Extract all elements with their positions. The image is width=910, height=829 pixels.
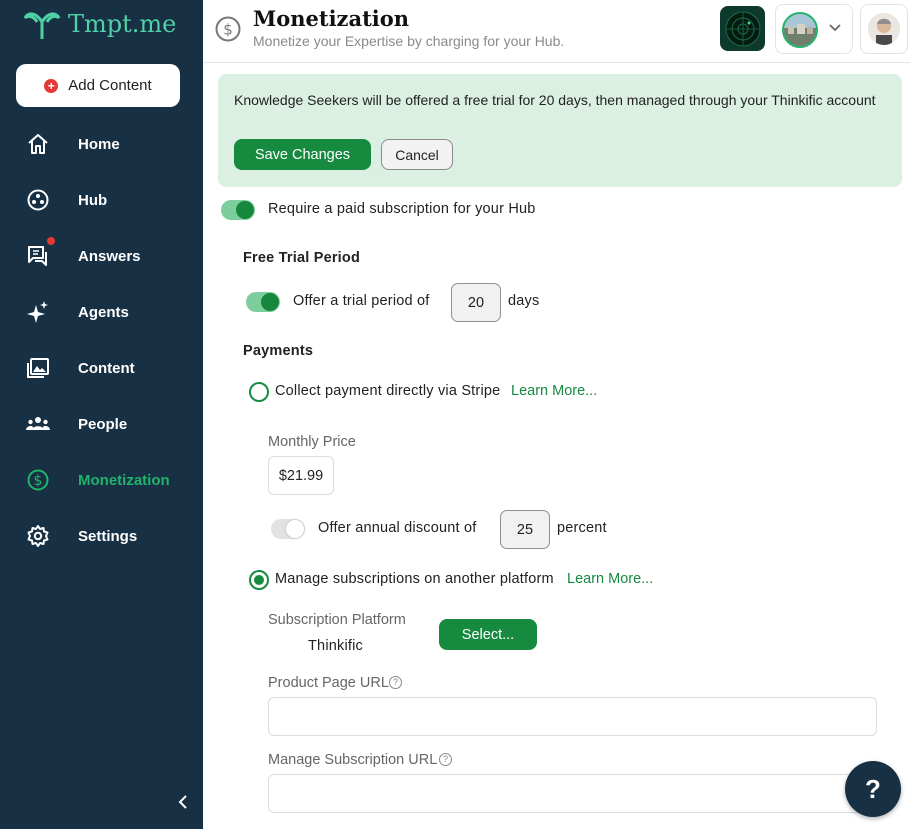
annual-prefix-label: Offer annual discount of [318, 520, 477, 536]
sidebar-item-label: Answers [78, 247, 141, 265]
plus-icon: + [44, 78, 59, 93]
product-url-label: Product Page URL [268, 675, 389, 691]
sidebar-item-label: People [78, 415, 128, 433]
manage-url-label: Manage Subscription URL [268, 752, 438, 768]
sidebar-item-agents[interactable]: Agents [0, 290, 203, 334]
monthly-price-label: Monthly Price [268, 434, 356, 450]
sidebar-item-answers[interactable]: Answers [0, 234, 203, 278]
trial-toggle[interactable] [246, 292, 280, 312]
manage-url-input[interactable] [268, 774, 877, 813]
platform-radio[interactable] [249, 570, 269, 590]
require-paid-toggle[interactable] [221, 200, 255, 220]
sidebar-item-content[interactable]: Content [0, 346, 203, 390]
hub-icon [27, 189, 49, 211]
sidebar: Tmpt.me + Add Content Home Hub Answers A… [0, 0, 203, 829]
annual-suffix-label: percent [557, 520, 607, 536]
sidebar-item-home[interactable]: Home [0, 122, 203, 166]
sidebar-item-label: Monetization [78, 471, 170, 489]
help-button[interactable]: ? [845, 761, 901, 817]
page-header: $ Monetization Monetize your Expertise b… [203, 0, 910, 63]
help-icon[interactable]: ? [439, 753, 452, 766]
hub-image [782, 12, 818, 48]
subscription-platform-label: Subscription Platform [268, 612, 406, 628]
monthly-price-input[interactable]: $21.99 [268, 456, 334, 495]
sidebar-item-label: Hub [78, 191, 108, 209]
payments-heading: Payments [243, 343, 314, 359]
app-logo[interactable]: Tmpt.me [22, 8, 176, 40]
stripe-learn-more-link[interactable]: Learn More... [511, 383, 597, 399]
sidebar-item-hub[interactable]: Hub [0, 178, 203, 222]
stripe-option-label: Collect payment directly via Stripe [275, 383, 501, 399]
annual-percent-input[interactable]: 25 [500, 510, 550, 549]
cancel-button[interactable]: Cancel [381, 139, 453, 170]
sparkle-icon [27, 301, 48, 323]
trial-prefix-label: Offer a trial period of [293, 293, 430, 309]
sidebar-item-label: Settings [78, 527, 138, 545]
sidebar-item-settings[interactable]: Settings [0, 514, 203, 558]
content-icon [27, 358, 49, 378]
sidebar-item-monetization[interactable]: $ Monetization [0, 458, 203, 502]
sidebar-item-label: Agents [78, 303, 129, 321]
trial-days-input[interactable]: 20 [451, 283, 501, 322]
page-title: Monetization [253, 6, 410, 31]
hub-avatar[interactable] [720, 6, 765, 51]
app-name: Tmpt.me [68, 10, 177, 38]
radar-icon [725, 11, 760, 46]
banner-message: Knowledge Seekers will be offered a free… [234, 92, 876, 108]
gear-icon [27, 525, 49, 547]
notification-dot [47, 237, 55, 245]
platform-learn-more-link[interactable]: Learn More... [567, 571, 653, 587]
trial-suffix-label: days [508, 293, 540, 309]
svg-text:$: $ [34, 473, 43, 489]
chevron-down-icon [829, 24, 841, 32]
page-subtitle: Monetize your Expertise by charging for … [253, 33, 565, 49]
platform-option-label: Manage subscriptions on another platform [275, 571, 554, 587]
add-content-label: Add Content [68, 77, 152, 94]
subscription-platform-value: Thinkific [308, 638, 363, 654]
free-trial-heading: Free Trial Period [243, 250, 361, 266]
add-content-button[interactable]: + Add Content [16, 64, 180, 107]
dollar-icon: $ [27, 469, 49, 491]
user-avatar[interactable] [860, 4, 908, 54]
stripe-radio[interactable] [249, 382, 269, 402]
people-icon [26, 417, 50, 430]
user-photo [868, 13, 900, 45]
help-icon[interactable]: ? [389, 676, 402, 689]
save-changes-button[interactable]: Save Changes [234, 139, 371, 170]
answers-icon [28, 246, 47, 266]
hub-switcher[interactable] [775, 4, 853, 54]
sidebar-item-label: Home [78, 135, 120, 153]
sidebar-item-label: Content [78, 359, 135, 377]
logo-icon [23, 12, 61, 39]
dollar-icon: $ [215, 16, 241, 42]
home-icon [28, 134, 48, 154]
select-platform-button[interactable]: Select... [439, 619, 537, 650]
svg-text:$: $ [223, 21, 233, 39]
changes-banner: Knowledge Seekers will be offered a free… [218, 74, 902, 187]
collapse-sidebar-icon[interactable] [174, 793, 192, 811]
product-url-input[interactable] [268, 697, 877, 736]
sidebar-item-people[interactable]: People [0, 402, 203, 446]
require-paid-label: Require a paid subscription for your Hub [268, 201, 536, 217]
annual-discount-toggle[interactable] [271, 519, 305, 539]
